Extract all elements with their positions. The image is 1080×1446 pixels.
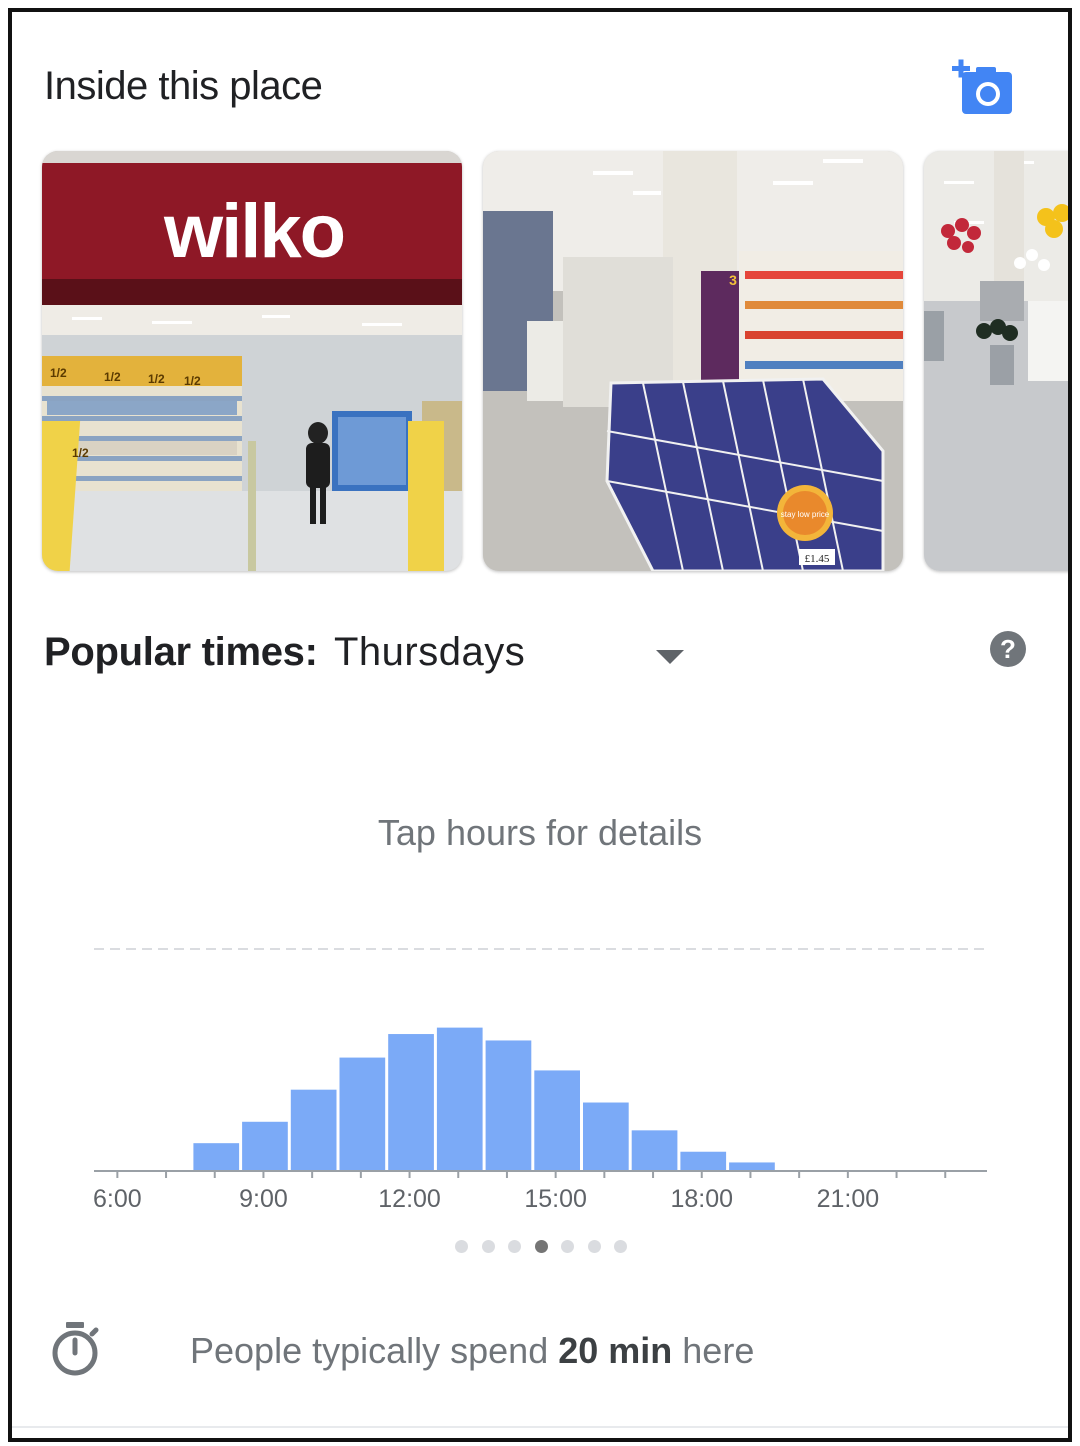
popular-times-header: Popular times: Thursdays ? [44,630,1044,690]
chart-bar-19:00[interactable] [729,1162,775,1171]
dropdown-arrow-icon [656,650,684,664]
chart-bar-12:00[interactable] [388,1034,434,1171]
price-tag: £1.45 [805,553,830,565]
photo-carousel[interactable]: wilko 1/2 1/2 1/2 1/2 1/2 stay low price… [42,151,1068,571]
day-pagination-dots[interactable] [12,1240,1068,1260]
photo-storefront[interactable]: wilko 1/2 1/2 1/2 1/2 1/2 [42,151,462,571]
pagination-dot[interactable] [614,1240,627,1253]
chart-tick-label: 12:00 [378,1185,441,1213]
chart-bar-18:00[interactable] [680,1151,727,1171]
section-title: Inside this place [44,64,323,108]
pagination-dot[interactable] [508,1240,521,1253]
chart-bar-10:00[interactable] [290,1089,337,1171]
pagination-dot[interactable] [455,1240,468,1253]
shelf-tag: 1/2 [184,374,201,388]
popular-times-label: Popular times: [44,630,318,674]
svg-text:?: ? [1000,634,1016,664]
shelf-tag: 1/2 [148,372,165,386]
chart-bar-8:00[interactable] [193,1143,240,1171]
divider [12,1426,1068,1428]
chart-bar-11:00[interactable] [339,1057,386,1171]
chart-tick-label: 9:00 [239,1185,288,1213]
chart-bar-15:00[interactable] [534,1070,580,1171]
shelf-tag: 1/2 [72,446,89,460]
place-card: Inside this place wilko 1/2 1/2 1/2 1/2 … [8,8,1072,1442]
shelf-tag: 1/2 [104,370,121,384]
day-selector-value: Thursdays [334,630,526,674]
chart-bar-14:00[interactable] [485,1040,532,1171]
pagination-dot[interactable] [561,1240,574,1253]
chart-bar-16:00[interactable] [583,1102,629,1171]
chart-tick-label: 15:00 [524,1185,587,1213]
visit-duration-value: 20 min [558,1330,673,1371]
chart-tick-label: 21:00 [817,1185,880,1213]
tap-hours-hint: Tap hours for details [377,812,703,853]
photo-flowers[interactable] [924,151,1068,571]
chart-bar-17:00[interactable] [631,1130,678,1171]
photo-aisle[interactable]: stay low price 3 £1.45 [483,151,903,571]
pagination-dot[interactable] [587,1240,601,1253]
timer-icon [52,1322,99,1376]
chart-bar-13:00[interactable] [436,1027,483,1171]
pagination-dot-active[interactable] [534,1240,548,1253]
chart-tick-label: 6:00 [93,1185,142,1213]
chart-bar-9:00[interactable] [242,1121,288,1171]
shelf-tag: 1/2 [50,366,67,380]
chart-tick-label: 18:00 [670,1185,733,1213]
day-selector-dropdown[interactable]: Thursdays [334,630,694,690]
pagination-dot[interactable] [481,1240,495,1253]
wilko-sign-text: wilko [163,189,344,274]
add-photo-camera-icon[interactable] [952,58,1014,120]
aisle-marker: 3 [729,272,737,288]
visit-duration-text: People typically spend 20 min here [190,1330,755,1371]
promo-badge: stay low price [781,510,830,519]
help-icon[interactable]: ? [989,630,1027,668]
